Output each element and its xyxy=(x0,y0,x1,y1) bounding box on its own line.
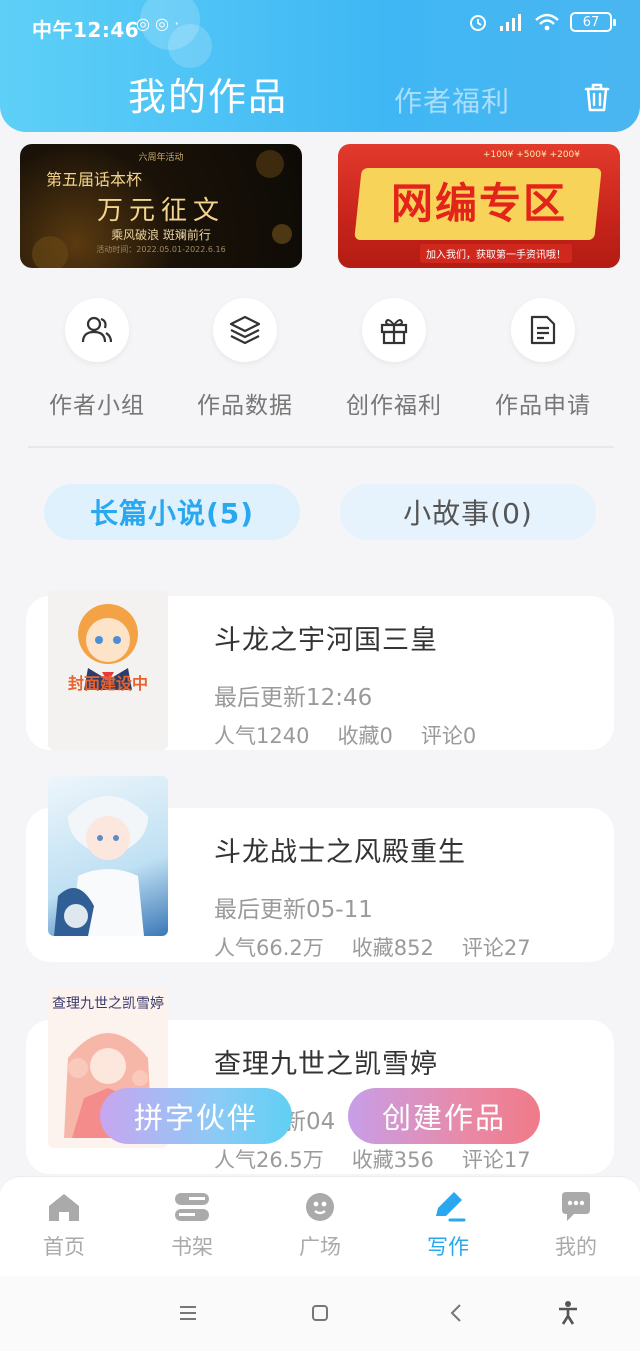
work-favorites: 收藏852 xyxy=(351,936,434,960)
work-favorites: 收藏0 xyxy=(337,724,393,748)
users-icon xyxy=(81,316,113,343)
nav-label: 写作 xyxy=(427,1235,469,1259)
banner-editor-title: 网编专区 xyxy=(390,179,567,228)
trash-icon[interactable] xyxy=(580,80,614,114)
signal-icon xyxy=(500,14,521,31)
status-time: 中午12:46 xyxy=(32,18,140,42)
work-comments: 评论27 xyxy=(461,936,531,960)
work-stats: 人气1240 收藏0 评论0 xyxy=(214,720,476,750)
quick-action-label: 作者小组 xyxy=(49,393,145,419)
status-bar: 中午12:46 ◎ ◎ · 67 xyxy=(0,0,640,52)
nav-item-square[interactable]: 广场 xyxy=(256,1189,384,1261)
nav-item-home[interactable]: 首页 xyxy=(0,1189,128,1261)
chat-icon xyxy=(562,1192,590,1221)
nav-icon-wrap xyxy=(556,1189,596,1225)
pen-icon xyxy=(436,1192,466,1222)
quick-action-creation-benefits[interactable]: 创作福利 xyxy=(330,298,458,420)
quick-action-label: 创作福利 xyxy=(346,393,442,419)
cover-title-text: 查理九世之凯雪婷 xyxy=(52,996,164,1012)
banner-editor-tag: 加入我们，获取第一手资讯哦！ xyxy=(420,244,572,263)
work-title: 查理九世之凯雪婷 xyxy=(214,1049,438,1080)
quick-action-author-group[interactable]: 作者小组 xyxy=(33,298,161,420)
banner-contest-slogan: 乘风破浪 斑斓前行 xyxy=(111,228,211,242)
nav-label: 广场 xyxy=(299,1235,341,1259)
alarm-icon xyxy=(470,15,486,31)
nav-label: 首页 xyxy=(43,1235,85,1259)
battery-indicator: 67 xyxy=(570,12,616,32)
work-stats: 人气66.2万 收藏852 评论27 xyxy=(214,932,531,962)
tab-long-novels[interactable]: 长篇小说(5) xyxy=(44,484,300,540)
work-card[interactable]: 封面建设中 斗龙之宇河国三皇 最后更新12:46 人气1240 收藏0 评论0 xyxy=(26,590,614,750)
tab-short-stories[interactable]: 小故事(0) xyxy=(340,484,596,540)
nav-label: 我的 xyxy=(555,1235,597,1259)
nav-icon-wrap xyxy=(300,1189,340,1225)
banner-contest[interactable]: 六周年活动 第五届话本杯 万元征文 乘风破浪 斑斓前行 活动时间：2022.05… xyxy=(20,144,302,268)
nav-item-write[interactable]: 写作 xyxy=(384,1189,512,1261)
page-title: 我的作品 xyxy=(128,75,289,119)
nav-icon-wrap xyxy=(172,1189,212,1225)
quick-action-label: 作品申请 xyxy=(495,393,591,419)
quick-action-circle xyxy=(511,298,575,362)
nav-label: 书架 xyxy=(171,1235,213,1259)
divider xyxy=(28,446,614,448)
work-cover xyxy=(48,776,168,936)
battery-level: 67 xyxy=(582,14,600,30)
back-icon[interactable] xyxy=(436,1298,476,1328)
work-popularity: 人气1240 xyxy=(214,724,310,748)
nav-icon-wrap xyxy=(44,1189,84,1225)
layers-icon xyxy=(229,315,261,345)
work-popularity: 人气26.5万 xyxy=(214,1148,324,1172)
quick-action-circle xyxy=(362,298,426,362)
nav-item-mine[interactable]: 我的 xyxy=(512,1189,640,1261)
banner-money-decor: +100¥ +500¥ +200¥ xyxy=(482,150,580,160)
wifi-icon xyxy=(535,13,559,31)
work-comments: 评论17 xyxy=(461,1148,531,1172)
status-right: 67 xyxy=(468,12,616,32)
work-card[interactable]: 斗龙战士之风殿重生 最后更新05-11 人气66.2万 收藏852 评论27 xyxy=(26,776,614,962)
quick-action-circle xyxy=(65,298,129,362)
quick-action-work-data[interactable]: 作品数据 xyxy=(181,298,309,420)
work-title: 斗龙之宇河国三皇 xyxy=(214,625,438,656)
header: 中午12:46 ◎ ◎ · 67 我的作品 作者福利 xyxy=(0,0,640,132)
typing-partner-button[interactable]: 拼字伙伴 xyxy=(100,1088,292,1144)
work-stats: 人气26.5万 收藏356 评论17 xyxy=(214,1144,531,1174)
quick-action-label: 作品数据 xyxy=(197,393,293,419)
quick-action-work-apply[interactable]: 作品申请 xyxy=(479,298,607,420)
document-icon xyxy=(530,315,556,345)
menu-icon[interactable] xyxy=(168,1298,208,1328)
work-updated: 最后更新12:46 xyxy=(214,685,373,711)
work-favorites: 收藏356 xyxy=(351,1148,434,1172)
gift-icon xyxy=(380,319,408,345)
tab-author-benefits[interactable]: 作者福利 xyxy=(394,80,510,120)
work-title: 斗龙战士之风殿重生 xyxy=(214,837,466,868)
placeholder-cover-image xyxy=(78,604,138,690)
bookshelf-icon xyxy=(175,1193,209,1221)
system-nav-bar xyxy=(0,1276,640,1351)
banner-contest-dates: 活动时间：2022.05.01-2022.6.16 xyxy=(96,245,226,254)
nav-item-bookshelf[interactable]: 书架 xyxy=(128,1189,256,1261)
work-popularity: 人气66.2万 xyxy=(214,936,324,960)
home-icon xyxy=(49,1194,79,1221)
banner-contest-title: 万元征文 xyxy=(96,196,225,226)
cover-illustration xyxy=(54,796,148,936)
planet-icon xyxy=(306,1193,334,1221)
cover-placeholder-text: 封面建设中 xyxy=(67,674,148,693)
work-comments: 评论0 xyxy=(420,724,477,748)
work-cover: 封面建设中 xyxy=(48,590,168,750)
nav-icon-wrap xyxy=(428,1189,468,1225)
notification-icons: ◎ ◎ · xyxy=(136,14,180,33)
banner-editor-zone[interactable]: +100¥ +500¥ +200¥ 网编专区 加入我们，获取第一手资讯哦！ xyxy=(338,144,620,268)
bottom-nav: 首页 书架 广场 写作 我的 xyxy=(0,1176,640,1276)
banner-small-caption: 六周年活动 xyxy=(138,153,184,163)
accessibility-icon[interactable] xyxy=(548,1298,588,1328)
home-square-icon[interactable] xyxy=(300,1298,340,1328)
quick-action-circle xyxy=(213,298,277,362)
create-work-button[interactable]: 创建作品 xyxy=(348,1088,540,1144)
work-updated: 最后更新05-11 xyxy=(214,897,373,923)
banner-contest-name: 第五届话本杯 xyxy=(46,170,143,189)
